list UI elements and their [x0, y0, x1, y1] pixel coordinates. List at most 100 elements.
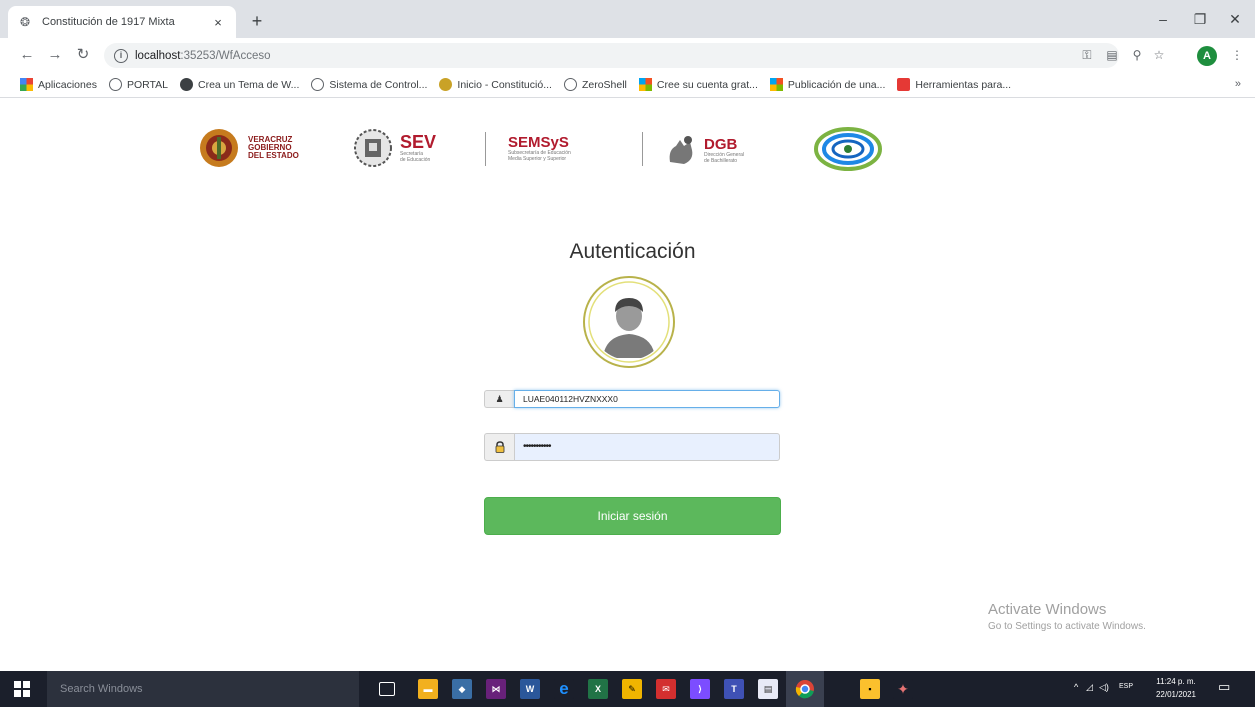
sticky-notes-icon[interactable]: ▪ — [860, 679, 880, 699]
bookmark-sistema-control[interactable]: Sistema de Control... — [311, 78, 427, 91]
new-tab-button[interactable]: + — [246, 11, 268, 33]
bookmark-portal[interactable]: PORTAL — [108, 78, 168, 91]
login-button[interactable]: Iniciar sesión — [484, 497, 781, 535]
activate-windows-watermark: Activate Windows Go to Settings to activ… — [988, 601, 1146, 632]
bookmark-inicio-constitucion[interactable]: Inicio - Constitució... — [439, 78, 552, 91]
bookmark-zeroshell[interactable]: ZeroShell — [563, 78, 627, 91]
maximize-button[interactable]: ❐ — [1186, 8, 1214, 30]
network-app-icon[interactable]: ◆ — [452, 679, 472, 699]
minimize-button[interactable]: – — [1149, 8, 1177, 30]
dgb-hand-icon — [669, 136, 693, 164]
site-favicon-icon: ❂ — [19, 15, 31, 29]
logo-veracruz: VERACRUZ GOBIERNO DEL ESTADO — [198, 127, 299, 169]
edge-icon[interactable]: e — [554, 679, 574, 699]
tab-strip: ❂ Constitución de 1917 Mixta × + – ❐ ✕ — [0, 0, 1255, 38]
sev-text: SEV Secretaría de Educación — [400, 133, 436, 163]
password-field: ••••••••••• — [484, 433, 780, 461]
semsys-title: SEMSyS — [508, 134, 569, 151]
forward-arrow-icon[interactable]: → — [44, 44, 66, 66]
clock-date: 22/01/2021 — [1155, 690, 1197, 699]
bookmark-star-icon[interactable]: ☆ — [1150, 46, 1168, 64]
teams-icon[interactable]: T — [724, 679, 744, 699]
network-icon[interactable]: ◿ — [1086, 682, 1093, 693]
logo-divider — [642, 132, 643, 166]
veracruz-shield-icon — [200, 129, 238, 167]
bookmark-herramientas[interactable]: Herramientas para... — [897, 78, 1011, 91]
file-explorer-icon[interactable]: ▬ — [418, 679, 438, 699]
globe-icon — [108, 78, 122, 91]
browser-tab[interactable]: ❂ Constitución de 1917 Mixta × — [8, 6, 236, 38]
key-icon[interactable]: ⚿ — [1078, 46, 1096, 64]
bookmark-label: Crea un Tema de W... — [198, 78, 300, 91]
excel-icon[interactable]: X — [588, 679, 608, 699]
clock[interactable]: 11:24 p. m. 22/01/2021 — [1146, 675, 1206, 701]
apps-grid-icon — [20, 78, 33, 91]
word-icon[interactable]: W — [520, 679, 540, 699]
mail-app-icon[interactable]: ✉ — [656, 679, 676, 699]
sev-sub2: de Educación — [400, 157, 431, 163]
bookmarks-bar: Aplicaciones PORTAL Crea un Tema de W...… — [0, 72, 1255, 98]
paint-icon[interactable]: ✎ — [622, 679, 642, 699]
logo-semsys: SEMSyS Subsecretaría de Educación Media … — [508, 135, 571, 162]
visual-studio-icon[interactable]: ⋈ — [486, 679, 506, 699]
menu-kebab-icon[interactable]: ⋮ — [1228, 46, 1246, 64]
close-window-button[interactable]: ✕ — [1221, 8, 1249, 30]
school-crest-icon — [439, 78, 453, 91]
logo-dgb: DGB Dirección General de Bachillerato — [664, 132, 744, 168]
watermark-subtitle: Go to Settings to activate Windows. — [988, 621, 1146, 632]
address-bar[interactable]: i localhost:35253/WfAcceso — [104, 43, 1119, 68]
globe-icon — [563, 78, 577, 91]
bookmark-label: Cree su cuenta grat... — [656, 78, 758, 91]
bookmark-cree-cuenta[interactable]: Cree su cuenta grat... — [638, 78, 758, 91]
notifications-icon[interactable]: ▭ — [1218, 679, 1230, 695]
password-input[interactable]: ••••••••••• — [514, 433, 780, 461]
bookmark-label: Inicio - Constitució... — [457, 78, 552, 91]
zoom-icon[interactable]: ⚲ — [1128, 46, 1146, 64]
bookmark-label: Aplicaciones — [38, 78, 97, 91]
sev-title: SEV — [400, 132, 437, 152]
url-path: :35253/WfAcceso — [180, 49, 271, 62]
dgb-text: DGB Dirección General de Bachillerato — [704, 137, 744, 164]
toolbox-icon — [897, 78, 911, 91]
reload-icon[interactable]: ↻ — [72, 44, 94, 66]
back-arrow-icon[interactable]: ← — [16, 44, 38, 66]
browser-toolbar: ← → ↻ i localhost:35253/WfAcceso ⚿ ▤ ⚲ ☆… — [0, 38, 1255, 72]
watermark-title: Activate Windows — [988, 601, 1107, 618]
bookmark-crea-tema[interactable]: Crea un Tema de W... — [180, 78, 299, 91]
bookmarks-overflow-button[interactable]: » — [1235, 78, 1241, 90]
document-icon[interactable]: ▤ — [758, 679, 778, 699]
task-view-icon[interactable] — [379, 682, 395, 696]
dgb-title: DGB — [704, 135, 738, 153]
logo-sev: SEV Secretaría de Educación — [352, 128, 436, 168]
username-field: ♟ LUAE040112HVZNXXX0 — [484, 390, 780, 408]
school-emblem-icon — [814, 127, 882, 171]
profile-avatar[interactable]: A — [1197, 46, 1217, 66]
chrome-taskbar-button[interactable] — [786, 671, 824, 707]
page-title: Autenticación — [569, 240, 696, 263]
user-avatar-icon — [583, 276, 675, 368]
tray-chevron-icon[interactable]: ^ — [1074, 682, 1078, 692]
translate-icon[interactable]: ▤ — [1103, 46, 1121, 64]
dgb-sub2: de Bachillerato — [704, 157, 738, 164]
language-indicator[interactable]: ESP — [1119, 683, 1133, 690]
microsoft-icon — [769, 78, 783, 91]
url-host: localhost — [135, 49, 181, 62]
username-input[interactable]: LUAE040112HVZNXXX0 — [514, 390, 780, 408]
vs-code-icon[interactable]: ⟩ — [690, 679, 710, 699]
taskbar-search-input[interactable]: Search Windows — [47, 671, 359, 707]
windows-taskbar: Search Windows ▬ ◆ ⋈ W e X ✎ ✉ ⟩ T ▤ ▪ ✦… — [0, 671, 1255, 707]
windows-start-icon[interactable] — [14, 681, 30, 697]
clock-time: 11:24 p. m. — [1156, 677, 1196, 686]
bookmark-label: Herramientas para... — [915, 78, 1012, 91]
page-content: VERACRUZ GOBIERNO DEL ESTADO SEV Secreta… — [0, 99, 1255, 671]
volume-icon[interactable]: ◁) — [1099, 682, 1109, 693]
bookmark-aplicaciones[interactable]: Aplicaciones — [20, 78, 97, 91]
user-icon: ♟ — [484, 390, 514, 408]
tab-close-icon[interactable]: × — [210, 15, 226, 30]
tab-title: Constitución de 1917 Mixta — [42, 16, 175, 28]
bookmark-publicacion[interactable]: Publicación de una... — [769, 78, 885, 91]
site-info-icon[interactable]: i — [114, 48, 128, 63]
sev-crest-icon — [354, 129, 392, 167]
bag-app-icon[interactable]: ✦ — [893, 679, 913, 699]
semsys-sub2: Media Superior y Superior — [508, 156, 567, 162]
